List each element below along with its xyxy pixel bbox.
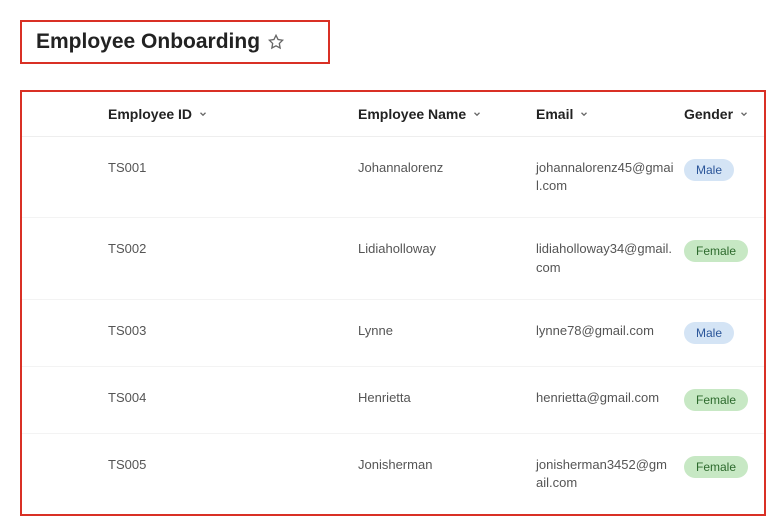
gender-badge: Female: [684, 389, 748, 411]
table-header-row: Employee ID Employee Name Email Gender: [22, 92, 764, 137]
cell-email: johannalorenz45@gmail.com: [536, 160, 674, 193]
cell-employee-name: Jonisherman: [358, 457, 432, 472]
column-header-gender[interactable]: Gender: [684, 106, 768, 122]
cell-email: henrietta@gmail.com: [536, 390, 659, 405]
cell-email: jonisherman3452@gmail.com: [536, 457, 667, 490]
table-row[interactable]: TS005 Jonisherman jonisherman3452@gmail.co…: [22, 434, 764, 514]
cell-email: lynne78@gmail.com: [536, 323, 654, 338]
column-header-id-label: Employee ID: [108, 106, 192, 122]
title-container: Employee Onboarding: [20, 20, 330, 64]
column-header-email[interactable]: Email: [536, 106, 684, 122]
cell-employee-name: Henrietta: [358, 390, 411, 405]
employee-table: Employee ID Employee Name Email Gender T…: [20, 90, 766, 516]
gender-badge: Male: [684, 322, 734, 344]
table-row[interactable]: TS004 Henrietta henrietta@gmail.com Female: [22, 367, 764, 434]
table-body: TS001 Johannalorenz johannalorenz45@gmail.…: [22, 137, 764, 514]
column-header-gender-label: Gender: [684, 106, 733, 122]
gender-badge: Male: [684, 159, 734, 181]
chevron-down-icon: [579, 109, 589, 119]
column-header-email-label: Email: [536, 106, 573, 122]
chevron-down-icon: [472, 109, 482, 119]
cell-employee-id: TS001: [108, 160, 146, 175]
cell-employee-id: TS004: [108, 390, 146, 405]
cell-employee-id: TS003: [108, 323, 146, 338]
chevron-down-icon: [198, 109, 208, 119]
gender-badge: Female: [684, 240, 748, 262]
gender-badge: Female: [684, 456, 748, 478]
cell-employee-name: Lynne: [358, 323, 393, 338]
chevron-down-icon: [739, 109, 749, 119]
table-row[interactable]: TS001 Johannalorenz johannalorenz45@gmail.…: [22, 137, 764, 218]
cell-employee-id: TS005: [108, 457, 146, 472]
column-header-id[interactable]: Employee ID: [22, 106, 358, 122]
cell-employee-name: Lidiaholloway: [358, 241, 436, 256]
star-icon[interactable]: [268, 34, 284, 50]
table-row[interactable]: TS002 Lidiaholloway lidiaholloway34@gmail.…: [22, 218, 764, 299]
cell-email: lidiaholloway34@gmail.com: [536, 241, 672, 274]
table-row[interactable]: TS003 Lynne lynne78@gmail.com Male: [22, 300, 764, 367]
page-title: Employee Onboarding: [36, 30, 260, 54]
column-header-name[interactable]: Employee Name: [358, 106, 536, 122]
cell-employee-name: Johannalorenz: [358, 160, 443, 175]
column-header-name-label: Employee Name: [358, 106, 466, 122]
cell-employee-id: TS002: [108, 241, 146, 256]
